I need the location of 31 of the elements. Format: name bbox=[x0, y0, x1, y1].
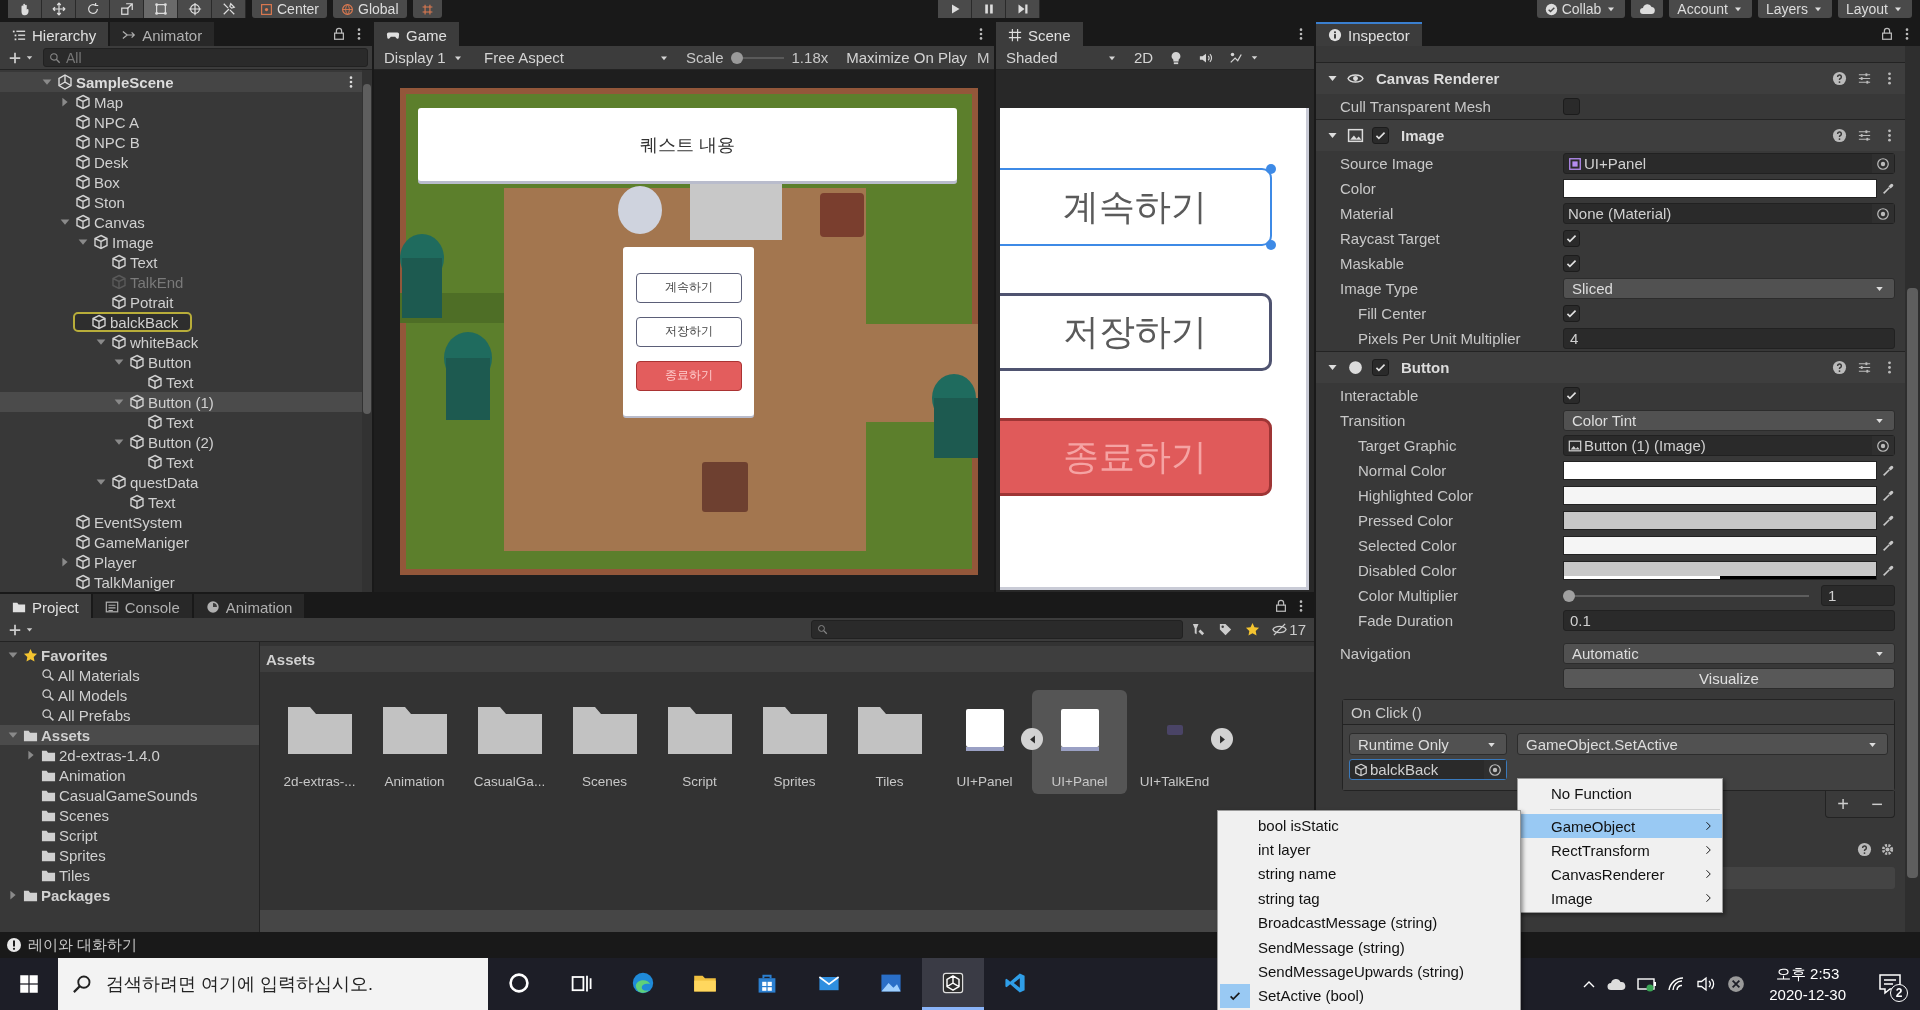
property-label: Disabled Color bbox=[1357, 562, 1458, 579]
ping-outline: balckBack bbox=[73, 312, 193, 332]
component-title: Button bbox=[1401, 359, 1450, 376]
property-label: Source Image bbox=[1339, 155, 1435, 172]
property-label: Pressed Color bbox=[1357, 512, 1455, 529]
property-label: Color Multiplier bbox=[1357, 587, 1460, 604]
property-label: Interactable bbox=[1339, 387, 1420, 404]
property-label: Navigation bbox=[1339, 645, 1412, 662]
event-title: On Click () bbox=[1343, 700, 1894, 725]
property-label: Highlighted Color bbox=[1357, 487, 1475, 504]
property-label: Fill Center bbox=[1357, 305, 1428, 322]
property-label: Cull Transparent Mesh bbox=[1339, 98, 1492, 115]
toolbar-label: M bbox=[977, 49, 990, 66]
property-label: Selected Color bbox=[1357, 537, 1458, 554]
property-label: Transition bbox=[1339, 412, 1407, 429]
scale-value: 1.18x bbox=[791, 49, 829, 66]
scale-label: Scale bbox=[686, 49, 724, 66]
property-label: Material bbox=[1339, 205, 1395, 222]
property-label: Normal Color bbox=[1357, 462, 1448, 479]
property-label: Maskable bbox=[1339, 255, 1406, 272]
property-label: Fade Duration bbox=[1357, 612, 1455, 629]
component-title: Image bbox=[1401, 127, 1445, 144]
component-title: Canvas Renderer bbox=[1376, 70, 1500, 87]
property-label: Pixels Per Unit Multiplier bbox=[1357, 330, 1522, 347]
quest-text-box: 퀘스트 내용 bbox=[418, 108, 957, 181]
property-label: Color bbox=[1339, 180, 1377, 197]
property-label: Target Graphic bbox=[1357, 437, 1458, 454]
notification-count: 2 bbox=[1890, 984, 1908, 1002]
property-label: Image Type bbox=[1339, 280, 1420, 297]
status-message: 레이와 대화하기 bbox=[28, 935, 138, 955]
property-label: Raycast Target bbox=[1339, 230, 1441, 247]
